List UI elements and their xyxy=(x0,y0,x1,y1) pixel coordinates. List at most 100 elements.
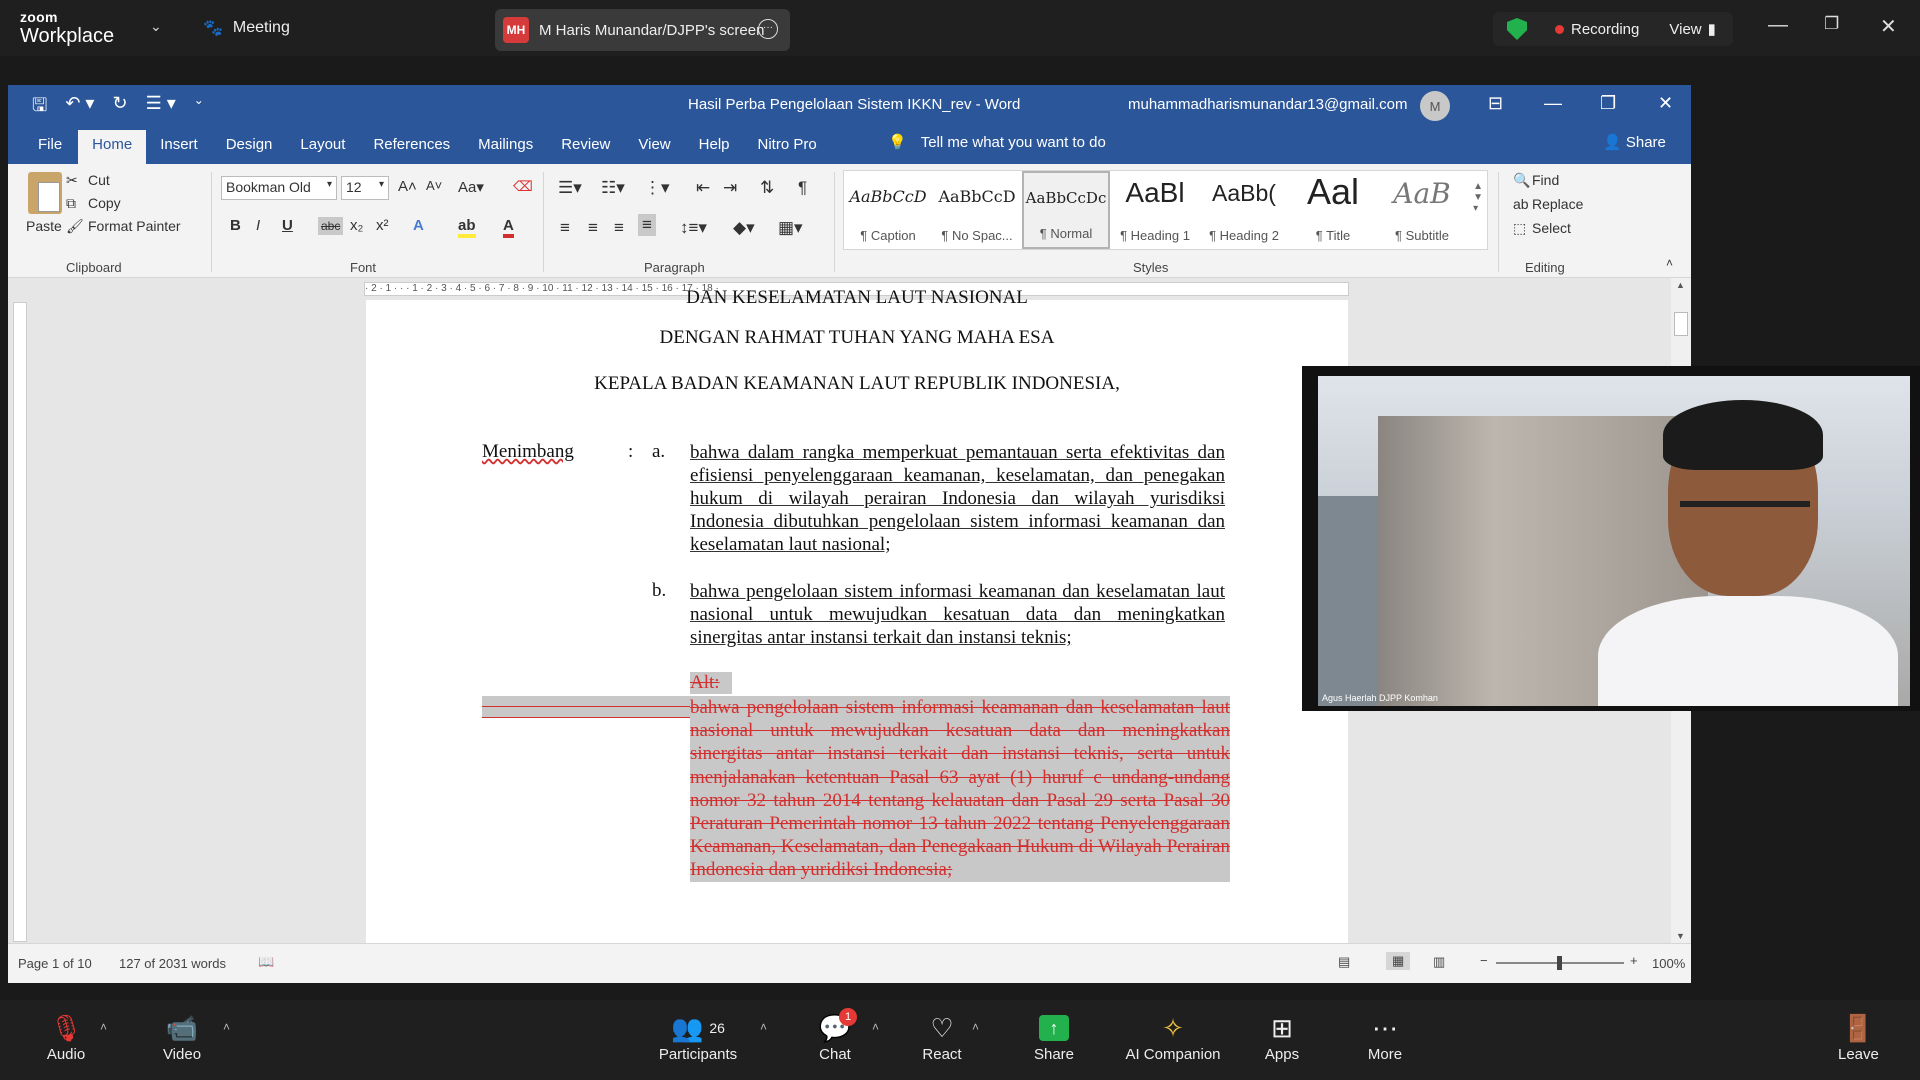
vertical-ruler[interactable] xyxy=(13,302,27,942)
close-icon[interactable]: ✕ xyxy=(1658,93,1673,114)
account-email[interactable]: muhammadharismunandar13@gmail.com xyxy=(1128,96,1408,113)
highlight-icon[interactable]: ab xyxy=(458,217,476,238)
underline-icon[interactable]: U xyxy=(282,217,293,234)
font-size-select[interactable]: 12 ▾ xyxy=(341,176,389,200)
style-subtitle[interactable]: AaB ¶ Subtitle xyxy=(1378,171,1466,249)
format-painter-icon[interactable]: 🖌 xyxy=(66,218,84,235)
select-button[interactable]: Select xyxy=(1532,220,1571,236)
tab-design[interactable]: Design xyxy=(212,130,287,164)
view-button[interactable]: View xyxy=(1669,21,1701,38)
bullets-icon[interactable]: ☰▾ xyxy=(558,178,582,198)
participant-video-tile[interactable]: Agus Haerlah DJPP Komhan xyxy=(1302,366,1920,711)
customize-icon[interactable]: ⌄ xyxy=(194,93,204,123)
align-center-icon[interactable]: ≡ xyxy=(588,218,598,238)
grow-font-icon[interactable]: A˄ xyxy=(398,178,417,195)
superscript-icon[interactable]: x² xyxy=(376,217,389,234)
change-case-icon[interactable]: Aa▾ xyxy=(458,178,484,196)
read-mode-icon[interactable]: ▤ xyxy=(1338,954,1350,970)
copy-icon[interactable]: ⧉ xyxy=(66,195,76,212)
font-color-icon[interactable]: A xyxy=(503,217,514,238)
text-effects-icon[interactable]: A xyxy=(413,217,424,234)
style-normal[interactable]: AaBbCcDc ¶ Normal xyxy=(1022,171,1110,249)
increase-indent-icon[interactable]: ⇥ xyxy=(723,178,737,198)
more-options-icon[interactable]: ··· xyxy=(758,19,778,39)
avatar[interactable]: M xyxy=(1420,91,1450,121)
chevron-up-icon[interactable]: ˄ xyxy=(972,1020,979,1034)
meeting-menu[interactable]: 🐾 Meeting xyxy=(203,18,290,38)
collapse-ribbon-icon[interactable]: ˄ xyxy=(1666,256,1673,270)
undo-icon[interactable]: ↶ ▾ xyxy=(65,93,94,123)
paste-button[interactable]: Paste xyxy=(26,218,62,234)
italic-icon[interactable]: I xyxy=(256,217,260,234)
bold-icon[interactable]: B xyxy=(230,217,241,234)
strikethrough-icon[interactable]: abc xyxy=(318,217,344,235)
copy-button[interactable]: Copy xyxy=(88,195,121,211)
shading-icon[interactable]: ◆▾ xyxy=(733,218,755,238)
shrink-font-icon[interactable]: A˅ xyxy=(426,178,442,193)
chevron-up-icon[interactable]: ˄ xyxy=(760,1020,767,1034)
ribbon-display-icon[interactable]: ⊟ xyxy=(1488,93,1503,114)
scroll-up-icon[interactable]: ▲ xyxy=(1676,280,1685,290)
decrease-indent-icon[interactable]: ⇤ xyxy=(696,178,710,198)
minimize-icon[interactable]: — xyxy=(1768,14,1788,37)
tab-home[interactable]: Home xyxy=(78,130,147,164)
more-button[interactable]: ⋯ More xyxy=(1365,1010,1405,1064)
subscript-icon[interactable]: x₂ xyxy=(350,217,363,234)
justify-icon[interactable]: ≡ xyxy=(638,214,656,236)
line-spacing-icon[interactable]: ↕≡▾ xyxy=(680,218,707,238)
replace-button[interactable]: Replace xyxy=(1532,196,1583,212)
restore-icon[interactable]: ❐ xyxy=(1600,93,1616,114)
pilcrow-icon[interactable]: ¶ xyxy=(798,178,807,198)
font-name-select[interactable]: Bookman Old ▾ xyxy=(221,176,337,200)
find-icon[interactable]: 🔍 xyxy=(1513,172,1530,189)
chevron-up-icon[interactable]: ˄ xyxy=(223,1020,230,1034)
chevron-up-icon[interactable]: ˄ xyxy=(872,1020,879,1034)
style-no-spacing[interactable]: AaBbCcD ¶ No Spac... xyxy=(933,171,1021,249)
cut-icon[interactable]: ✂ xyxy=(66,172,78,189)
tab-review[interactable]: Review xyxy=(547,130,624,164)
list-icon[interactable]: ☰ ▾ xyxy=(146,93,176,123)
cut-button[interactable]: Cut xyxy=(88,172,110,188)
tab-references[interactable]: References xyxy=(359,130,464,164)
ai-companion-button[interactable]: ✧ AI Companion xyxy=(1124,1010,1222,1064)
zoom-out-icon[interactable]: − xyxy=(1480,953,1488,968)
screen-share-indicator[interactable]: MH M Haris Munandar/DJPP's screen ··· xyxy=(495,9,790,51)
zoom-slider-thumb[interactable] xyxy=(1557,956,1562,970)
borders-icon[interactable]: ▦▾ xyxy=(778,218,803,238)
zoom-slider[interactable] xyxy=(1496,956,1624,970)
tab-nitro-pro[interactable]: Nitro Pro xyxy=(744,130,831,164)
audio-button[interactable]: 🎙 Audio xyxy=(44,1010,88,1064)
style-title[interactable]: Aal ¶ Title xyxy=(1289,171,1377,249)
select-icon[interactable]: ⬚ xyxy=(1513,220,1526,237)
numbering-icon[interactable]: ☷▾ xyxy=(601,178,625,198)
tab-help[interactable]: Help xyxy=(685,130,744,164)
paste-icon[interactable] xyxy=(28,172,62,214)
restore-icon[interactable]: ❐ xyxy=(1824,14,1839,34)
format-painter-button[interactable]: Format Painter xyxy=(88,218,181,234)
scroll-thumb[interactable] xyxy=(1674,312,1688,336)
sort-icon[interactable]: ⇅ xyxy=(760,178,774,198)
style-caption[interactable]: AaBbCcD ¶ Caption xyxy=(844,171,932,249)
apps-button[interactable]: ⊞ Apps xyxy=(1264,1010,1300,1064)
clear-formatting-icon[interactable]: ⌫ xyxy=(513,178,533,195)
align-right-icon[interactable]: ≡ xyxy=(614,218,624,238)
share-screen-button[interactable]: ↑ Share xyxy=(1032,1010,1076,1063)
redo-icon[interactable]: ↻ xyxy=(112,93,127,123)
style-heading-1[interactable]: AaBl ¶ Heading 1 xyxy=(1111,171,1199,249)
zoom-level[interactable]: 100% xyxy=(1652,956,1685,971)
share-button[interactable]: 👤 Share xyxy=(1603,133,1666,151)
style-heading-2[interactable]: AaBb( ¶ Heading 2 xyxy=(1200,171,1288,249)
minimize-icon[interactable]: — xyxy=(1544,93,1562,114)
page-count[interactable]: Page 1 of 10 xyxy=(18,956,92,971)
align-left-icon[interactable]: ≡ xyxy=(560,218,570,238)
video-button[interactable]: 📹 Video xyxy=(158,1010,206,1064)
react-button[interactable]: ♡ React xyxy=(920,1010,964,1064)
leave-button[interactable]: 🚪 Leave xyxy=(1838,1010,1879,1064)
zoom-in-icon[interactable]: + xyxy=(1630,953,1638,968)
save-icon[interactable]: 🖫 xyxy=(32,93,47,123)
recording-label[interactable]: Recording xyxy=(1571,21,1639,38)
find-button[interactable]: Find xyxy=(1532,172,1559,188)
print-layout-icon[interactable]: ▦ xyxy=(1386,952,1411,970)
gallery-scroll-icon[interactable]: ▲ ▼ ▾ xyxy=(1473,181,1483,214)
replace-icon[interactable]: ab xyxy=(1513,196,1529,212)
